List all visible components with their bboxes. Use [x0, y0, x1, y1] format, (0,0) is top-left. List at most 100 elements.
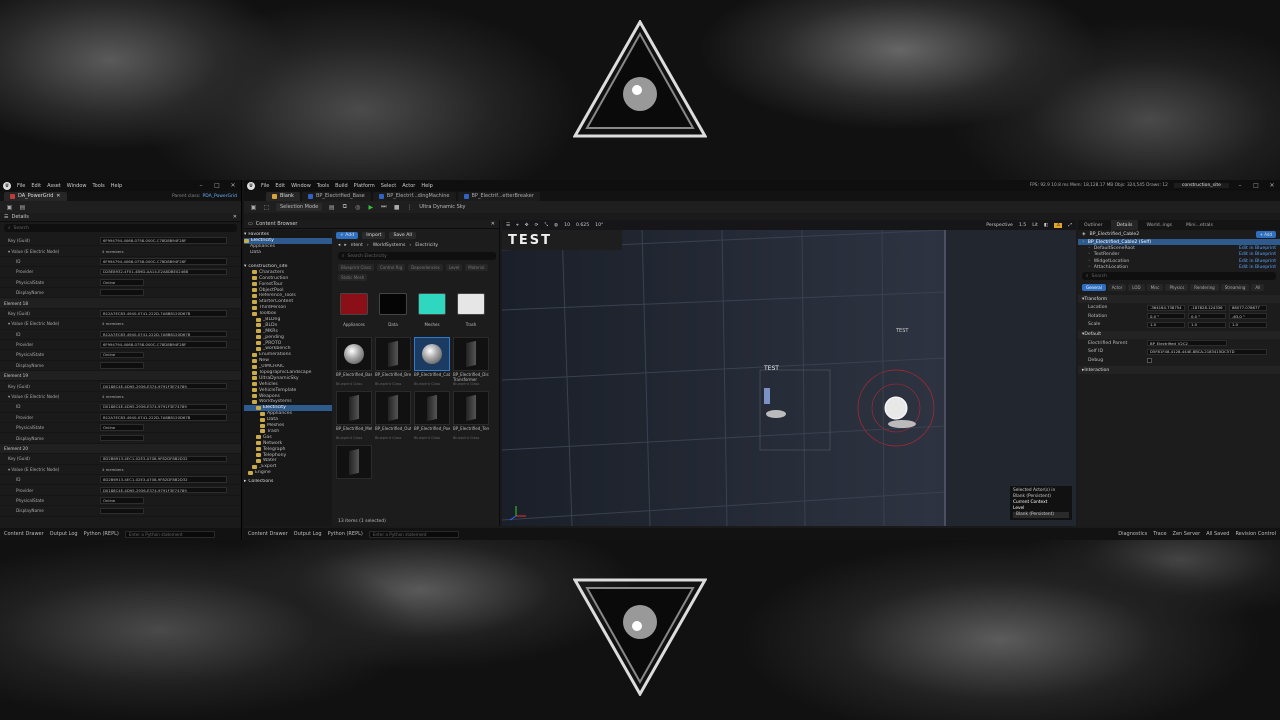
details-filter-streaming[interactable]: Streaming: [1220, 284, 1250, 292]
platform-dropdown[interactable]: Ultra Dynamic Sky: [419, 204, 465, 210]
property-value-input[interactable]: 8D2B6913-4EC1-02E3-A708-9F82DF8B2D32: [100, 455, 227, 463]
details-filter-lod[interactable]: LOD: [1128, 284, 1145, 292]
asset-tile[interactable]: BP_Electrified_MeterBreaker Blueprint Cla…: [336, 391, 372, 440]
folder-item[interactable]: Data: [375, 287, 411, 332]
camera-speed-value[interactable]: 1.5: [1019, 223, 1026, 228]
details-filter-misc[interactable]: Misc: [1146, 284, 1164, 292]
revision-control-button[interactable]: Revision Control: [1235, 531, 1276, 537]
diagnostics-button[interactable]: Diagnostics: [1118, 531, 1147, 537]
folder-item[interactable]: Meshes: [414, 287, 450, 332]
output-log-button[interactable]: Output Log: [294, 531, 322, 537]
location-y-input[interactable]: -187828.124336: [1188, 304, 1226, 311]
tab-level-blank[interactable]: Blank: [266, 191, 300, 201]
asset-tile[interactable]: BP_Electrified_Base Blueprint Class: [336, 337, 372, 386]
default-section[interactable]: ▾ Default: [1078, 330, 1280, 339]
edit-in-blueprint-link[interactable]: Edit in Blueprint: [1239, 252, 1280, 257]
collections-header[interactable]: ▸ Collections: [244, 479, 332, 485]
edit-in-blueprint-link[interactable]: Edit in Blueprint: [1239, 246, 1280, 251]
location-x-input[interactable]: -364164.738754: [1147, 304, 1185, 311]
menu-file[interactable]: File: [261, 183, 269, 189]
content-drawer-button[interactable]: Content Drawer: [4, 531, 44, 537]
menu-help[interactable]: Help: [111, 183, 122, 189]
menu-file[interactable]: File: [17, 183, 25, 189]
scale-icon[interactable]: ⤡: [544, 222, 548, 228]
output-log-button[interactable]: Output Log: [50, 531, 78, 537]
python-repl-dropdown[interactable]: Python (REPL): [84, 531, 119, 537]
property-value-input[interactable]: B12A7EC83-4940-0741-222D-7A8B8120D67B: [100, 414, 227, 421]
menu-window[interactable]: Window: [67, 183, 87, 189]
show-icon[interactable]: ◧: [1044, 223, 1048, 228]
python-command-input[interactable]: Enter a Python statement: [124, 530, 215, 538]
filter-chip[interactable]: Control Rig: [377, 264, 406, 271]
breadcrumb-content[interactable]: ntent: [351, 243, 363, 248]
property-value-input[interactable]: Online: [100, 279, 144, 286]
property-value-input[interactable]: 6F994794-4068-0758-000C-C78D8B94F28F: [100, 341, 227, 348]
menu-edit[interactable]: Edit: [31, 183, 41, 189]
breadcrumb-electricity[interactable]: Electricity: [415, 243, 438, 248]
modes-icon[interactable]: ⬚: [263, 204, 270, 211]
property-value-input[interactable]: D28E8932-4F01-4B9D-AA14-E2A8DBE0246B: [100, 268, 227, 276]
electrified-parent-dropdown[interactable]: BP_Electrified_V2C2: [1147, 340, 1227, 347]
viewport-options-icon[interactable]: ☰: [506, 223, 510, 228]
tab-bp-electrified-base[interactable]: BP_Electrified_Base: [301, 191, 371, 201]
rotation-snap-value[interactable]: 10°: [595, 223, 603, 228]
world-icon[interactable]: ◍: [554, 223, 558, 228]
maximize-icon[interactable]: □: [1251, 182, 1261, 189]
asset-tile[interactable]: BP_Electrified_Cable Blueprint Class: [414, 337, 450, 386]
tab-da-powergrid[interactable]: DA_PowerGrid ✕: [4, 191, 67, 201]
edit-in-blueprint-link[interactable]: Edit in Blueprint: [1239, 259, 1280, 264]
lit-dropdown[interactable]: Lit: [1032, 223, 1038, 228]
property-value-input[interactable]: Online: [100, 424, 144, 431]
step-icon[interactable]: ⏭: [380, 203, 387, 211]
rotation-z-input[interactable]: -63.0 °: [1229, 313, 1267, 320]
maximize-viewport-icon[interactable]: ⤢: [1068, 222, 1072, 228]
filter-chip[interactable]: Static Mesh: [338, 274, 368, 281]
asset-tile[interactable]: BP_Electrified_Distribution TransformerB…: [453, 337, 489, 386]
property-value-input[interactable]: B12A7EC83-4940-0741-222D-7A8B8120D67B: [100, 310, 227, 317]
location-z-input[interactable]: 88077.078677: [1229, 304, 1267, 311]
content-icon[interactable]: ▤: [328, 204, 335, 211]
rotate-icon[interactable]: ⟳: [535, 223, 539, 228]
select-icon[interactable]: ⌖: [516, 222, 519, 228]
menu-platform[interactable]: Platform: [354, 183, 375, 189]
menu-asset[interactable]: Asset: [47, 183, 61, 189]
self-id-input[interactable]: D5F81F48-4128-444E-8BCA-2183415DC57D: [1147, 348, 1267, 355]
property-value-input[interactable]: 6F994794-4068-0758-000C-C78D8B94F28F: [100, 258, 227, 265]
tree-folder-engine[interactable]: Engine: [244, 470, 332, 476]
close-panel-icon[interactable]: ✕: [491, 221, 495, 227]
maximize-icon[interactable]: □: [212, 182, 222, 189]
filter-chip[interactable]: Level: [445, 264, 463, 271]
add-button[interactable]: + Add: [336, 231, 359, 239]
scale-y-input[interactable]: 1.0: [1188, 321, 1226, 328]
transform-section[interactable]: ▾ Transform: [1078, 295, 1280, 304]
tab-outliner[interactable]: Outliner: [1078, 220, 1109, 230]
menu-edit[interactable]: Edit: [275, 183, 285, 189]
level-viewport[interactable]: ☰ ⌖ ✥ ⟳ ⤡ ◍ 10 0.625 10° Perspective 1.5…: [502, 220, 1076, 526]
property-value-input[interactable]: [100, 507, 144, 515]
property-value-input[interactable]: [100, 434, 144, 442]
property-value-input[interactable]: B12A7EC83-4940-0741-222D-7A8B8120D67B: [100, 330, 227, 338]
add-component-button[interactable]: + Add: [1255, 231, 1276, 238]
tab-world-settings[interactable]: World..ings: [1140, 220, 1178, 230]
details-filter-general[interactable]: General: [1082, 284, 1106, 292]
tab-details[interactable]: Details: [1110, 220, 1139, 230]
asset-tile[interactable]: BP_Electrified_Outlet Blueprint Class: [375, 391, 411, 440]
rotation-y-input[interactable]: 0.0 °: [1188, 313, 1226, 320]
menu-help[interactable]: Help: [421, 183, 432, 189]
breadcrumb-worldsystems[interactable]: WorldSystems: [373, 243, 406, 248]
forward-icon[interactable]: ▸: [344, 243, 346, 248]
asset-tile[interactable]: BP_Electrified_BreakerBox Blueprint Class: [375, 337, 411, 386]
grid-snap-value[interactable]: 10: [564, 223, 570, 228]
property-value-input[interactable]: [100, 362, 144, 369]
save-all-button[interactable]: Save All: [389, 231, 416, 239]
asset-tile[interactable]: [336, 445, 372, 490]
level-dropdown[interactable]: Blank (Persistent): [1013, 512, 1069, 518]
blueprint-menu-icon[interactable]: ⧉: [341, 203, 348, 211]
back-icon[interactable]: ◂: [338, 243, 340, 248]
close-tab-icon[interactable]: ✕: [56, 193, 60, 199]
property-value-input[interactable]: D0188C4E-4D95-2936-E374-9791F3E74789: [100, 403, 227, 411]
play-icon[interactable]: ▶: [367, 204, 374, 211]
python-repl-dropdown[interactable]: Python (REPL): [328, 531, 363, 537]
perspective-dropdown[interactable]: Perspective: [986, 223, 1013, 228]
save-icon[interactable]: ▣: [250, 204, 257, 211]
